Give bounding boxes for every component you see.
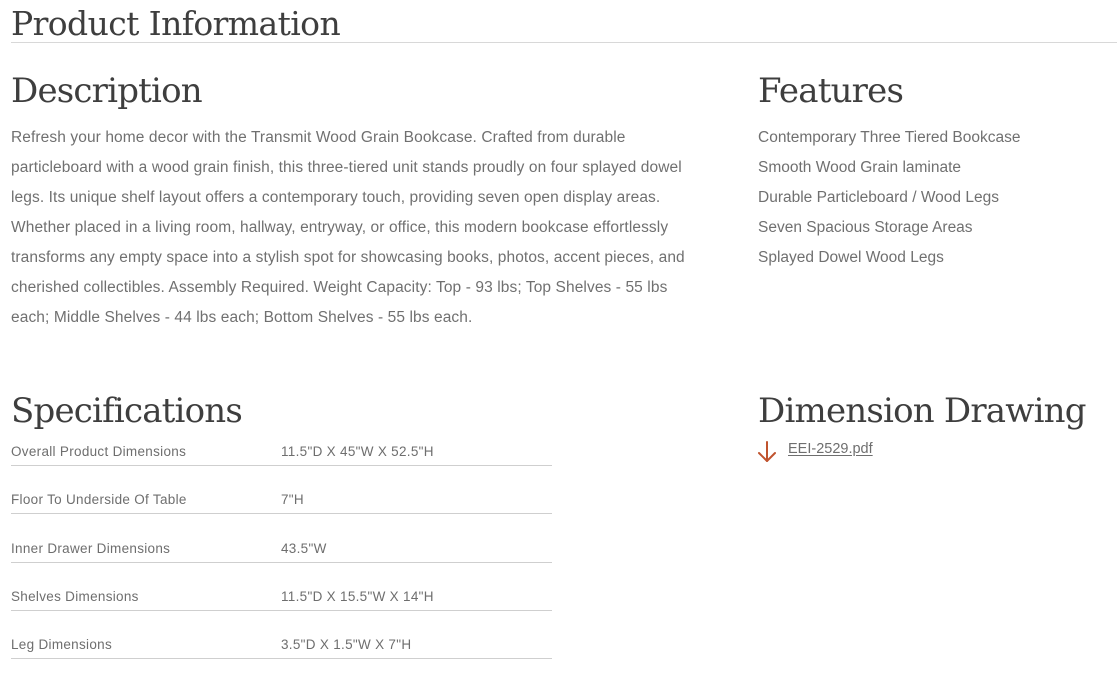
download-arrow-icon xyxy=(757,440,777,464)
spec-row-divider xyxy=(11,609,552,611)
feature-item: Contemporary Three Tiered Bookcase xyxy=(758,129,1021,146)
spec-name: Floor To Underside Of Table xyxy=(11,492,187,508)
spec-row-divider xyxy=(11,513,552,515)
spec-value: 3.5"D X 1.5"W X 7"H xyxy=(281,637,412,653)
spec-row: Floor To Underside Of Table 7"H xyxy=(11,483,552,531)
spec-row: Inner Drawer Dimensions 43.5"W xyxy=(11,532,552,580)
description-heading: Description xyxy=(11,71,203,111)
description-text: Refresh your home decor with the Transmi… xyxy=(11,129,685,326)
feature-item: Durable Particleboard / Wood Legs xyxy=(758,189,999,206)
spec-row: Shelves Dimensions 11.5"D X 15.5"W X 14"… xyxy=(11,580,552,628)
feature-item: Splayed Dowel Wood Legs xyxy=(758,249,944,266)
features-list: Contemporary Three Tiered Bookcase Smoot… xyxy=(758,123,1021,273)
page-title: Product Information xyxy=(11,4,341,43)
spec-row: Overall Product Dimensions 11.5"D X 45"W… xyxy=(11,435,552,483)
feature-item: Seven Spacious Storage Areas xyxy=(758,219,973,236)
feature-item: Smooth Wood Grain laminate xyxy=(758,159,962,176)
spec-row: Leg Dimensions 3.5"D X 1.5"W X 7"H xyxy=(11,628,552,676)
specifications-heading: Specifications xyxy=(11,391,243,431)
spec-value: 43.5"W xyxy=(281,540,327,556)
spec-name: Overall Product Dimensions xyxy=(11,444,187,459)
title-divider xyxy=(11,42,1117,43)
dimension-drawing-file-label[interactable]: EEI-2529.pdf xyxy=(788,441,873,457)
spec-value: 11.5"D X 15.5"W X 14"H xyxy=(281,588,434,604)
spec-name: Leg Dimensions xyxy=(11,637,113,653)
spec-name: Shelves Dimensions xyxy=(11,588,139,604)
spec-value: 11.5"D X 45"W X 52.5"H xyxy=(281,444,434,459)
features-heading: Features xyxy=(758,71,904,111)
specifications-table: Overall Product Dimensions 11.5"D X 45"W… xyxy=(11,435,552,676)
spec-row-divider xyxy=(11,561,552,563)
dimension-drawing-download-link[interactable]: EEI-2529.pdf xyxy=(757,440,873,464)
spec-name: Inner Drawer Dimensions xyxy=(11,540,171,556)
spec-row-divider xyxy=(11,465,552,466)
spec-value: 7"H xyxy=(281,492,304,508)
dimension-drawing-heading: Dimension Drawing xyxy=(758,391,1087,431)
spec-row-divider xyxy=(11,658,552,660)
